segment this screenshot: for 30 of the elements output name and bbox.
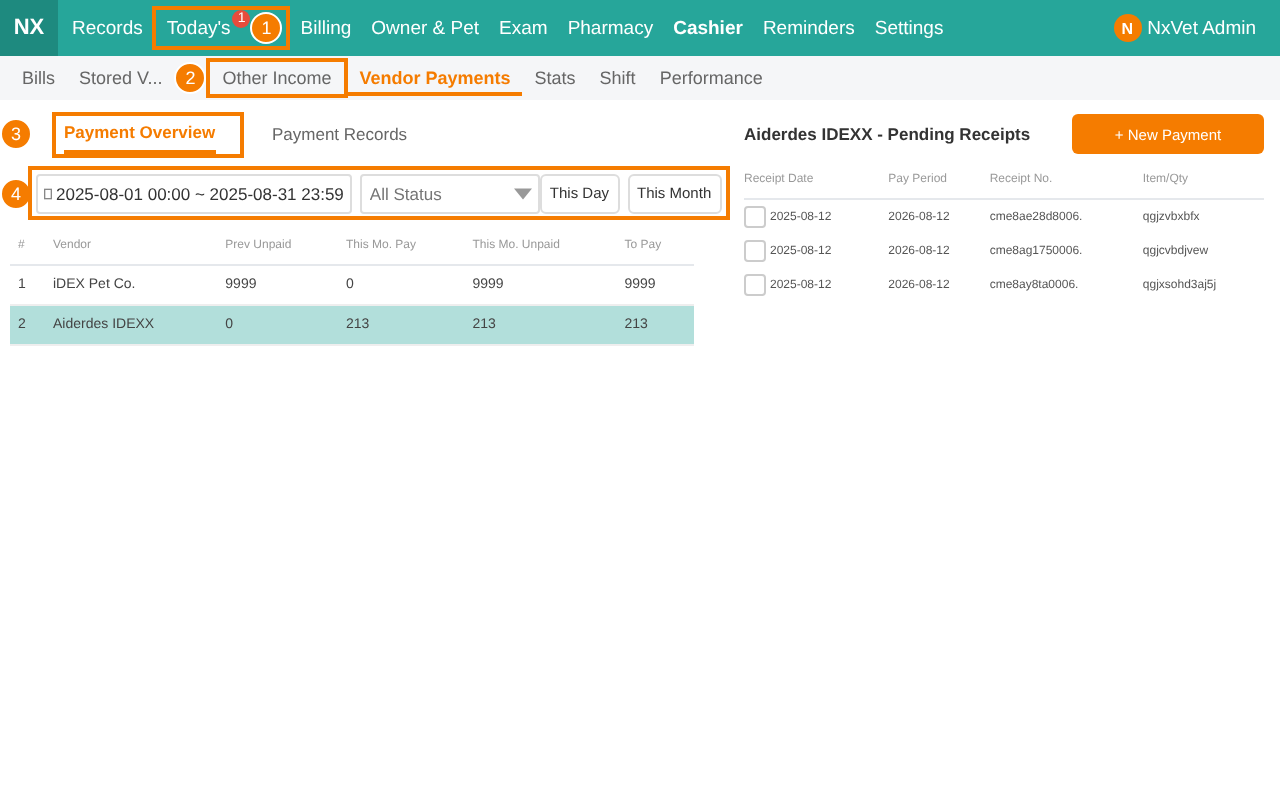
status-select[interactable]: All Status	[359, 173, 540, 213]
subnav-tab[interactable]: Other Income	[210, 60, 344, 96]
subnav-tab[interactable]: Vendor Payments	[347, 60, 523, 96]
date-range-field[interactable]: 2025-08-01 00:00 ~ 2025-08-31 23:59	[36, 173, 352, 213]
row-checkbox[interactable]	[744, 206, 766, 228]
subnav-tab[interactable]: Stored V...	[67, 60, 175, 96]
nav-item[interactable]: Cashier	[663, 17, 753, 39]
app-logo[interactable]: NX	[0, 0, 58, 56]
nav-item[interactable]: Pharmacy	[557, 17, 664, 39]
nav-item[interactable]: Records	[62, 17, 153, 39]
nav-item[interactable]: Owner & Pet	[361, 17, 490, 39]
user-avatar[interactable]: N	[1113, 14, 1142, 42]
subnav-tab[interactable]: Shift	[587, 60, 648, 96]
view-tab[interactable]: Payment Records	[272, 116, 408, 152]
nav-item[interactable]: Billing	[290, 17, 362, 39]
subnav-tab[interactable]: Bills	[10, 60, 68, 96]
panel-title: Aiderdes IDEXX - Pending Receipts	[744, 124, 1031, 144]
calendar-icon	[44, 187, 52, 199]
subnav-tab[interactable]: Stats	[522, 60, 588, 96]
user-name[interactable]: NxVet Admin	[1147, 17, 1256, 39]
step-marker: 1	[250, 12, 283, 44]
nav-item[interactable]: Reminders	[752, 17, 865, 39]
nav-item[interactable]: Exam	[489, 17, 558, 39]
nav-item[interactable]: Settings	[864, 17, 954, 39]
row-checkbox[interactable]	[744, 274, 766, 296]
row-checkbox[interactable]	[744, 240, 766, 262]
subnav-tab[interactable]: Performance	[647, 60, 775, 96]
step-marker: 2	[174, 62, 207, 94]
step-marker: 3	[0, 118, 32, 150]
view-tab[interactable]: Payment Overview	[64, 114, 216, 154]
